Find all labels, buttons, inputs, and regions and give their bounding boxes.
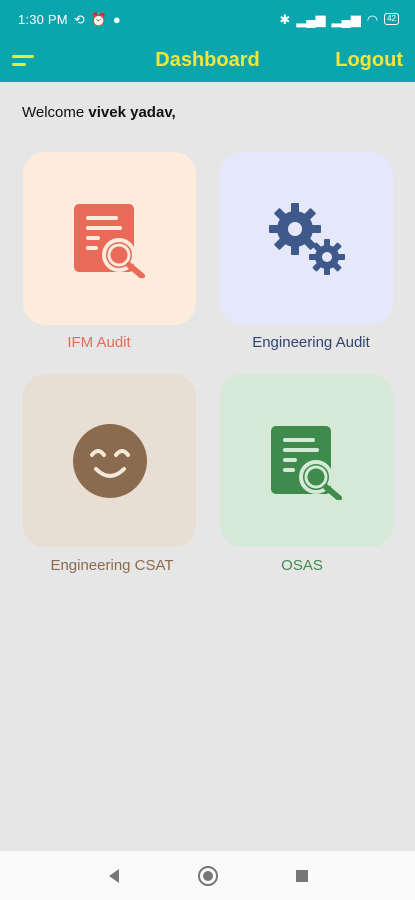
bluetooth-icon: ✱ <box>279 11 291 27</box>
status-bar: 1:30 PM ⟲ ⏰ ● ✱ ▂▄▆ ▂▄▆ ◠ 42 <box>0 0 415 38</box>
sync-off-icon: ⟲ <box>73 11 85 27</box>
alarm-icon: ⏰ <box>90 11 107 27</box>
home-icon[interactable] <box>196 864 220 888</box>
tile-ifm-audit[interactable] <box>23 152 196 325</box>
signal-icon: ▂▄▆ <box>296 11 326 27</box>
status-time: 1:30 PM <box>18 11 68 27</box>
wifi-icon: ◠ <box>366 11 379 27</box>
battery-icon: 42 <box>384 13 399 25</box>
welcome-text: Welcome vivek yadav, <box>22 104 176 121</box>
tile-osas[interactable] <box>220 374 393 547</box>
tile-engineering-csat[interactable] <box>23 374 196 547</box>
user-name: vivek yadav, <box>88 104 176 121</box>
tile-label-engineering-audit[interactable]: Engineering Audit <box>211 334 411 351</box>
system-nav-bar <box>0 851 415 900</box>
tile-label-ifm-audit[interactable]: IFM Audit <box>0 334 199 351</box>
smiley-face-icon <box>72 423 147 498</box>
gears-icon <box>268 202 345 275</box>
welcome-prefix: Welcome <box>22 104 85 121</box>
app-bar: Dashboard Logout <box>0 38 415 82</box>
signal-vowifi-icon: ▂▄▆ <box>331 11 361 27</box>
tile-label-osas[interactable]: OSAS <box>202 557 402 574</box>
document-search-icon <box>270 425 342 500</box>
document-search-icon <box>73 203 145 278</box>
recents-icon[interactable] <box>290 864 314 888</box>
tile-engineering-audit[interactable] <box>220 152 393 325</box>
tile-label-engineering-csat[interactable]: Engineering CSAT <box>12 557 212 574</box>
back-icon[interactable] <box>102 864 126 888</box>
app-notification-icon: ● <box>112 11 121 27</box>
logout-button[interactable]: Logout <box>335 49 403 72</box>
menu-icon[interactable] <box>12 50 38 70</box>
